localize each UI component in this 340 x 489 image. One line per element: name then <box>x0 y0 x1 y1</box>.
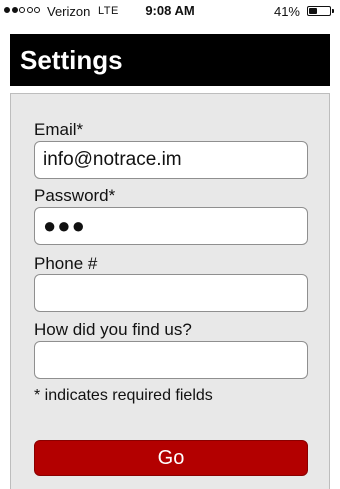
email-label: Email* <box>34 120 84 139</box>
password-field[interactable] <box>34 207 308 245</box>
email-field[interactable] <box>34 141 308 179</box>
required-fields-note: * indicates required fields <box>34 387 213 404</box>
referral-field[interactable] <box>34 341 308 379</box>
settings-form: Email* Password* Phone # How did you fin… <box>10 93 330 489</box>
page-title: Settings <box>20 45 123 75</box>
go-button[interactable]: Go <box>34 440 308 476</box>
battery-percent: 41% <box>273 4 300 19</box>
battery-fill <box>309 8 317 14</box>
phone-label: Phone # <box>34 254 98 273</box>
phone-field[interactable] <box>34 274 308 312</box>
page-header: Settings <box>10 34 330 86</box>
referral-label: How did you find us? <box>34 320 192 339</box>
password-label: Password* <box>34 186 116 205</box>
battery-icon <box>307 6 334 16</box>
settings-screen: Verizon LTE 9:08 AM 41% Settings Email* … <box>0 0 340 489</box>
status-bar: Verizon LTE 9:08 AM 41% <box>0 0 340 24</box>
